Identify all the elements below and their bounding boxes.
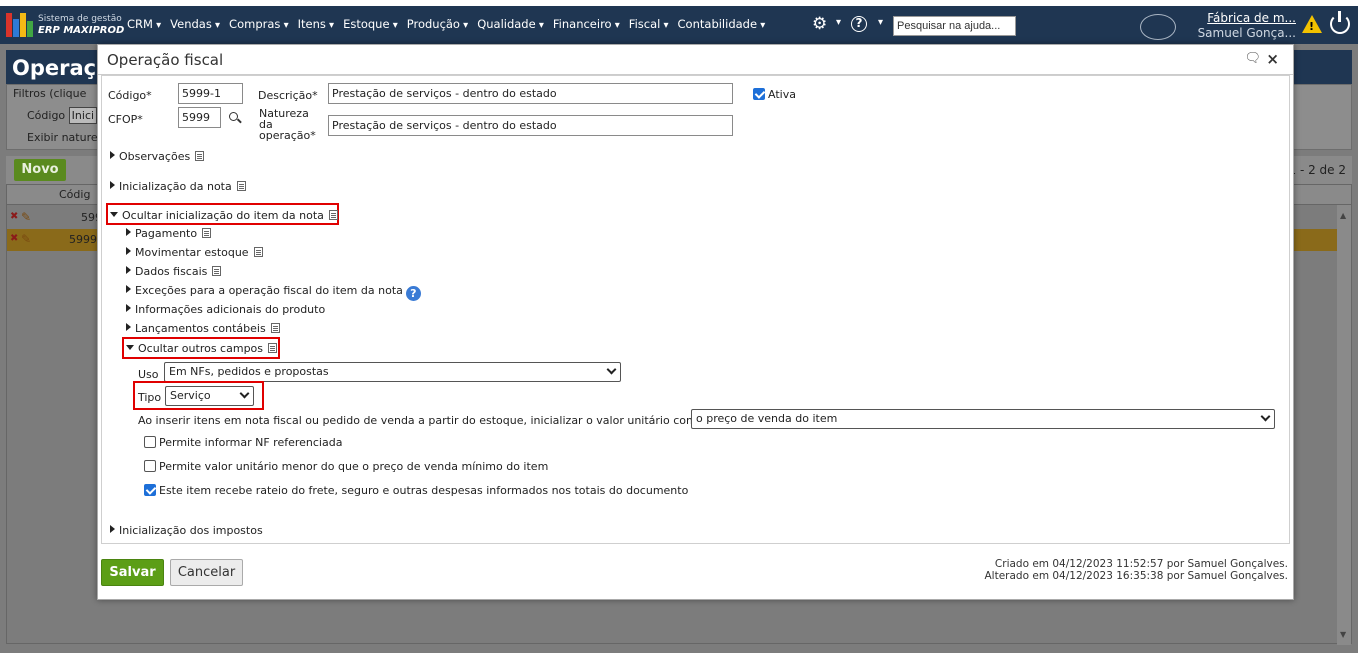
natureza-label: Natureza da operação*	[259, 107, 316, 142]
filter-show-label: Exibir nature:	[27, 131, 102, 144]
menu-crm[interactable]: CRM	[127, 17, 161, 31]
delete-icon: ✖	[10, 233, 19, 244]
menu-compras[interactable]: Compras	[229, 17, 289, 31]
section-observacoes[interactable]: Observações	[110, 150, 205, 163]
notes-icon	[268, 343, 278, 353]
brand-name: Sistema de gestão ERP MAXIPROD	[38, 14, 125, 36]
notes-icon	[328, 210, 338, 220]
notes-icon	[253, 247, 263, 257]
section-info-adicionais[interactable]: Informações adicionais do produto	[126, 303, 325, 316]
rateio-checkbox[interactable]	[144, 484, 156, 496]
new-button: Novo	[14, 159, 66, 181]
cfop-label: CFOP*	[108, 113, 143, 126]
filter-code: Código Inici	[27, 107, 98, 124]
warning-icon[interactable]: !	[1302, 15, 1322, 33]
delete-icon: ✖	[10, 211, 19, 222]
comment-icon[interactable]: 🗨	[1244, 51, 1261, 66]
menu-financeiro[interactable]: Financeiro	[553, 17, 620, 31]
chevron-down-icon	[606, 364, 617, 375]
uso-select[interactable]: Em NFs, pedidos e propostas	[164, 362, 621, 382]
dialog-header: Operação fiscal 🗨 ×	[98, 45, 1293, 75]
chat-bubble-icon[interactable]	[1140, 14, 1176, 40]
filter-legend: Filtros (clique	[13, 87, 87, 100]
close-icon[interactable]: ×	[1266, 50, 1279, 68]
section-dados-fiscais[interactable]: Dados fiscais	[126, 265, 222, 278]
menu-contabilidade[interactable]: Contabilidade	[678, 17, 766, 31]
nf-referenciada-option[interactable]: Permite informar NF referenciada	[144, 436, 342, 449]
rateio-option[interactable]: Este item recebe rateio do frete, seguro…	[144, 484, 688, 497]
valor-menor-option[interactable]: Permite valor unitário menor do que o pr…	[144, 460, 548, 473]
created-info: Criado em 04/12/2023 11:52:57 por Samuel…	[994, 558, 1288, 570]
edit-pencil-icon: ✎	[21, 232, 32, 246]
menu-vendas[interactable]: Vendas	[170, 17, 220, 31]
descricao-label: Descrição*	[258, 89, 318, 102]
menu-estoque[interactable]: Estoque	[343, 17, 398, 31]
codigo-label: Código*	[108, 89, 152, 102]
notes-icon	[202, 228, 212, 238]
user-name[interactable]: Samuel Gonça...	[1198, 26, 1296, 41]
ativa-checkbox[interactable]	[753, 88, 765, 100]
cancel-button[interactable]: Cancelar	[170, 559, 243, 586]
uso-label: Uso	[138, 368, 159, 381]
company-link[interactable]: Fábrica de m...	[1198, 11, 1296, 26]
notes-icon	[212, 266, 222, 276]
dialog-body: Código* 5999-1 Descrição* Prestação de s…	[101, 75, 1290, 544]
dialog-title: Operação fiscal	[107, 51, 224, 69]
main-menu: CRM Vendas Compras Itens Estoque Produçã…	[127, 17, 774, 31]
section-inicializacao-nota[interactable]: Inicialização da nota	[110, 180, 246, 193]
operacao-fiscal-dialog: Operação fiscal 🗨 × Código* 5999-1 Descr…	[97, 44, 1294, 600]
chevron-down-icon[interactable]: ▾	[836, 17, 841, 28]
gear-icon[interactable]: ⚙	[812, 14, 827, 34]
cfop-input[interactable]: 5999	[178, 107, 221, 128]
nf-referenciada-checkbox[interactable]	[144, 436, 156, 448]
section-ocultar-inicializacao-item[interactable]: Ocultar inicialização do item da nota	[110, 209, 338, 222]
menu-itens[interactable]: Itens	[298, 17, 334, 31]
help-question-icon[interactable]: ?	[405, 286, 421, 301]
search-icon[interactable]	[229, 112, 238, 121]
tipo-select[interactable]: Serviço	[165, 386, 254, 406]
chevron-down-icon	[1260, 411, 1271, 422]
valor-menor-checkbox[interactable]	[144, 460, 156, 472]
maxiprod-logo-icon	[6, 13, 34, 37]
menu-qualidade[interactable]: Qualidade	[477, 17, 544, 31]
filter-code-input: Inici	[68, 107, 98, 124]
record-count: 1 - 2 de 2	[1288, 163, 1347, 177]
section-inicializacao-impostos[interactable]: Inicialização dos impostos	[110, 524, 263, 537]
notes-icon	[195, 151, 205, 161]
tipo-label: Tipo	[138, 391, 162, 404]
ativa-checkbox-wrap[interactable]: Ativa	[753, 88, 796, 101]
audit-info: Criado em 04/12/2023 11:52:57 por Samuel…	[985, 558, 1289, 582]
help-search-input[interactable]	[893, 16, 1016, 36]
section-ocultar-outros-campos[interactable]: Ocultar outros campos	[126, 342, 278, 355]
section-lancamentos[interactable]: Lançamentos contábeis	[126, 322, 280, 335]
user-company-info[interactable]: Fábrica de m... Samuel Gonça...	[1198, 11, 1296, 41]
dialog-footer: Salvar Cancelar Criado em 04/12/2023 11:…	[98, 545, 1293, 601]
save-button[interactable]: Salvar	[101, 559, 164, 586]
top-nav-bar: Sistema de gestão ERP MAXIPROD CRM Venda…	[0, 6, 1358, 44]
section-movimentar-estoque[interactable]: Movimentar estoque	[126, 246, 263, 259]
menu-fiscal[interactable]: Fiscal	[629, 17, 669, 31]
power-icon[interactable]	[1330, 11, 1350, 34]
chevron-down-icon[interactable]: ▾	[878, 17, 883, 28]
chevron-down-icon	[239, 388, 250, 399]
menu-producao[interactable]: Produção	[407, 17, 468, 31]
codigo-input[interactable]: 5999-1	[178, 83, 243, 104]
updated-info: Alterado em 04/12/2023 16:35:38 por Samu…	[984, 570, 1289, 582]
notes-icon	[236, 181, 246, 191]
descricao-input[interactable]: Prestação de serviços - dentro do estado	[328, 83, 733, 104]
valor-unitario-select[interactable]: o preço de venda do item	[691, 409, 1275, 429]
grid-scrollbar: ▲ ▼	[1337, 205, 1351, 645]
help-icon[interactable]: ?	[851, 16, 867, 32]
section-pagamento[interactable]: Pagamento	[126, 227, 212, 240]
valor-unitario-label: Ao inserir itens em nota fiscal ou pedid…	[138, 414, 701, 427]
natureza-input[interactable]: Prestação de serviços - dentro do estado	[328, 115, 733, 136]
section-excecoes[interactable]: Exceções para a operação fiscal do item …	[126, 284, 421, 301]
notes-icon	[270, 323, 280, 333]
edit-pencil-icon: ✎	[21, 210, 32, 224]
